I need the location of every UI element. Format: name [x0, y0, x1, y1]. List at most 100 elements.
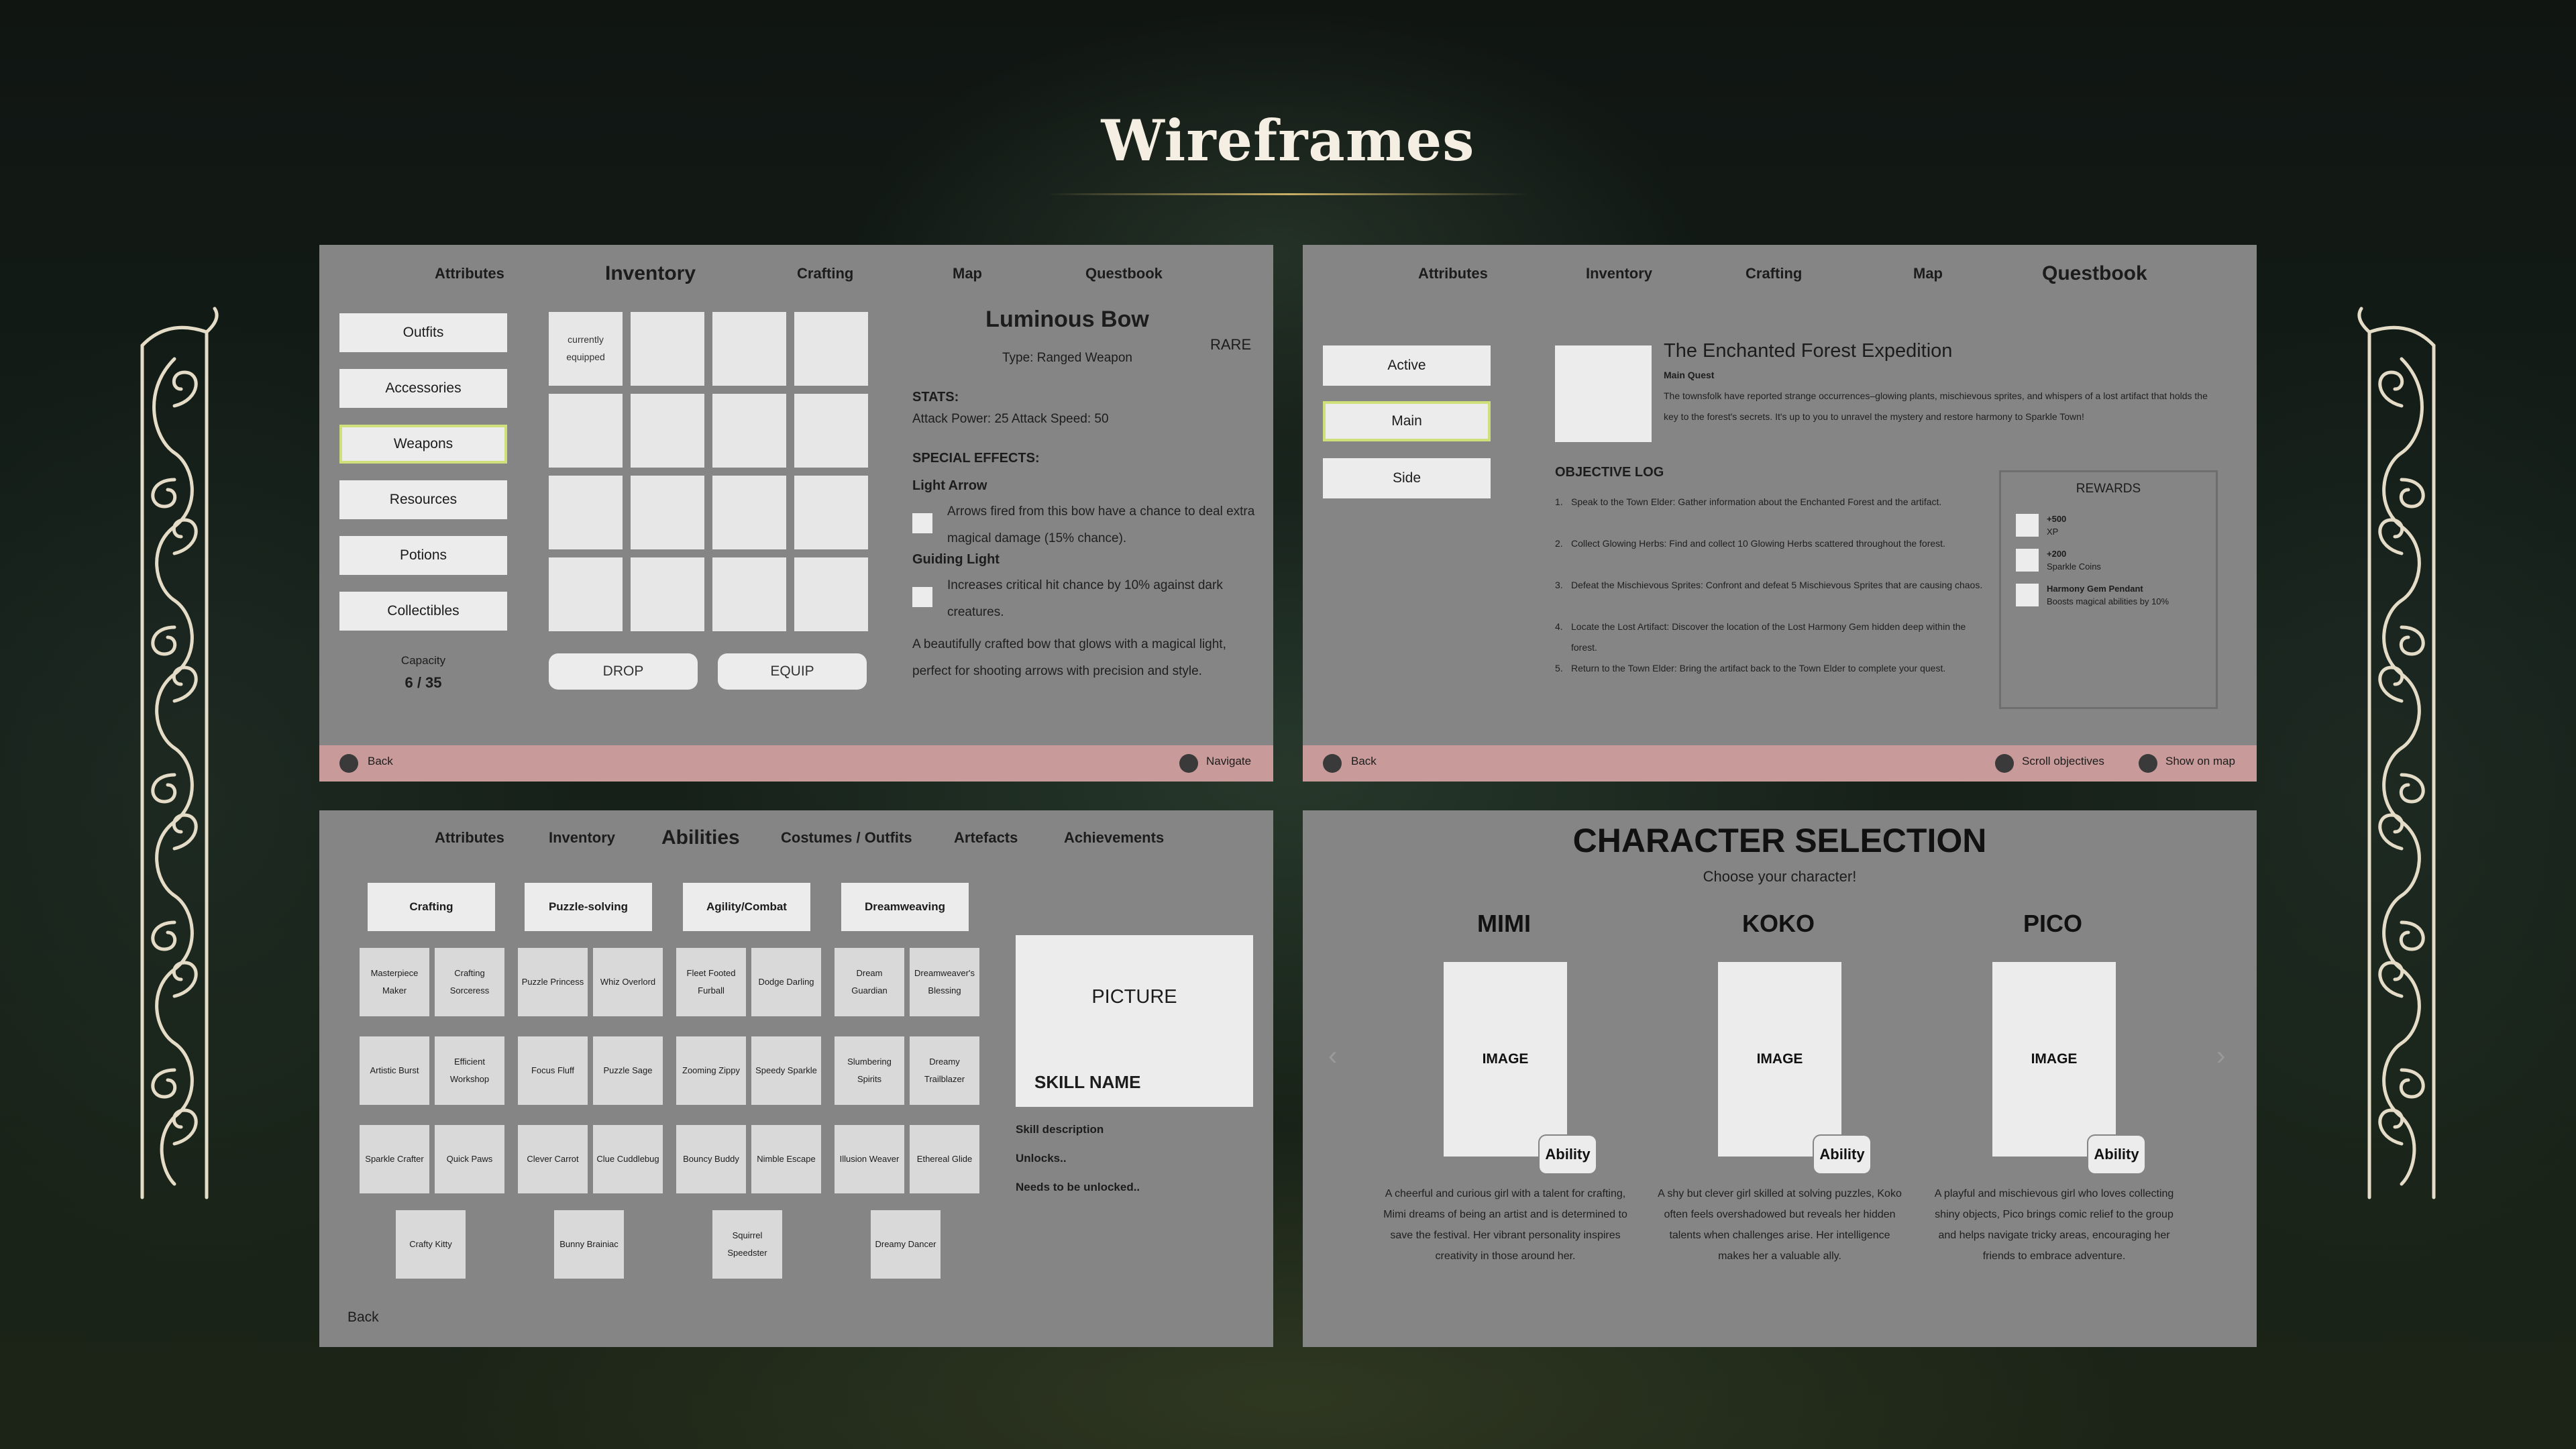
inventory-slot[interactable] [712, 394, 786, 468]
tab-crafting[interactable]: Crafting [797, 265, 853, 282]
filter-side[interactable]: Side [1323, 458, 1491, 498]
inventory-slot-equipped[interactable]: currently equipped [549, 312, 623, 386]
inventory-slot[interactable] [794, 476, 868, 549]
tab-attributes[interactable]: Attributes [435, 829, 504, 847]
inventory-slot[interactable] [631, 394, 704, 468]
chevron-left-icon[interactable]: ‹ [1328, 1041, 1337, 1071]
tab-map[interactable]: Map [1913, 265, 1943, 282]
quest-title: The Enchanted Forest Expedition [1664, 340, 1953, 362]
skill-node[interactable]: Ethereal Glide [910, 1125, 979, 1193]
questbook-tab-bar: Attributes Inventory Crafting Map Questb… [1303, 262, 2257, 292]
tab-inventory[interactable]: Inventory [1586, 265, 1652, 282]
ability-category-agility-combat[interactable]: Agility/Combat [683, 883, 810, 931]
skill-node[interactable]: Fleet Footed Furball [676, 948, 746, 1016]
effect-light-arrow-checkbox[interactable] [912, 513, 932, 533]
category-collectibles[interactable]: Collectibles [339, 592, 507, 631]
skill-node[interactable]: Masterpiece Maker [360, 948, 429, 1016]
effect-guiding-light-checkbox[interactable] [912, 587, 932, 607]
back-button[interactable]: Back [347, 1309, 379, 1326]
character-selection-panel: CHARACTER SELECTION Choose your characte… [1303, 810, 2257, 1347]
tab-attributes[interactable]: Attributes [435, 265, 504, 282]
back-button-icon[interactable] [339, 754, 358, 773]
ability-category-dreamweaving[interactable]: Dreamweaving [841, 883, 969, 931]
drop-button[interactable]: DROP [549, 653, 698, 690]
skill-node[interactable]: Bouncy Buddy [676, 1125, 746, 1193]
scroll-button-icon[interactable] [1995, 754, 2014, 773]
inventory-slot[interactable] [794, 557, 868, 631]
skill-node[interactable]: Speedy Sparkle [751, 1036, 821, 1105]
inventory-slot[interactable] [712, 476, 786, 549]
skill-node[interactable]: Artistic Burst [360, 1036, 429, 1105]
inventory-slot[interactable] [631, 476, 704, 549]
tab-artefacts[interactable]: Artefacts [954, 829, 1018, 847]
category-outfits[interactable]: Outfits [339, 313, 507, 352]
skill-node[interactable]: Focus Fluff [518, 1036, 588, 1105]
show-on-map-label[interactable]: Show on map [2165, 755, 2235, 768]
map-button-icon[interactable] [2139, 754, 2157, 773]
ability-button[interactable]: Ability [2088, 1136, 2145, 1173]
skill-node[interactable]: Dream Guardian [835, 948, 904, 1016]
tab-achievements[interactable]: Achievements [1064, 829, 1164, 847]
rewards-heading: REWARDS [2076, 482, 2141, 496]
navigate-label[interactable]: Navigate [1206, 755, 1251, 768]
filter-active[interactable]: Active [1323, 345, 1491, 386]
skill-node[interactable]: Dreamweaver's Blessing [910, 948, 979, 1016]
skill-node[interactable]: Nimble Escape [751, 1125, 821, 1193]
skill-node[interactable]: Zooming Zippy [676, 1036, 746, 1105]
skill-node[interactable]: Dreamy Dancer [871, 1210, 941, 1279]
category-weapons[interactable]: Weapons [339, 425, 507, 464]
tab-questbook[interactable]: Questbook [2042, 262, 2147, 285]
reward-checkbox[interactable] [2016, 584, 2039, 606]
reward-checkbox[interactable] [2016, 514, 2039, 537]
inventory-slot[interactable] [549, 557, 623, 631]
inventory-slot[interactable] [712, 312, 786, 386]
tab-crafting[interactable]: Crafting [1746, 265, 1802, 282]
inventory-slot[interactable] [794, 312, 868, 386]
skill-node[interactable]: Squirrel Speedster [712, 1210, 782, 1279]
inventory-slot[interactable] [712, 557, 786, 631]
skill-node[interactable]: Quick Paws [435, 1125, 504, 1193]
ability-button[interactable]: Ability [1540, 1136, 1596, 1173]
skill-node[interactable]: Sparkle Crafter [360, 1125, 429, 1193]
back-label[interactable]: Back [1351, 755, 1377, 768]
skill-node[interactable]: Illusion Weaver [835, 1125, 904, 1193]
inventory-slot[interactable] [631, 557, 704, 631]
tab-attributes[interactable]: Attributes [1418, 265, 1488, 282]
tab-questbook[interactable]: Questbook [1085, 265, 1163, 282]
skill-node[interactable]: Bunny Brainiac [554, 1210, 624, 1279]
skill-node[interactable]: Dodge Darling [751, 948, 821, 1016]
skill-node[interactable]: Clue Cuddlebug [593, 1125, 663, 1193]
ability-category-crafting[interactable]: Crafting [368, 883, 495, 931]
ability-category-puzzle-solving[interactable]: Puzzle-solving [525, 883, 652, 931]
inventory-slot[interactable] [549, 394, 623, 468]
skill-node[interactable]: Dreamy Trailblazer [910, 1036, 979, 1105]
tab-inventory[interactable]: Inventory [605, 262, 696, 285]
back-label[interactable]: Back [368, 755, 393, 768]
skill-node[interactable]: Clever Carrot [518, 1125, 588, 1193]
skill-node[interactable]: Crafty Kitty [396, 1210, 466, 1279]
navigate-button-icon[interactable] [1179, 754, 1198, 773]
scroll-objectives-label[interactable]: Scroll objectives [2022, 755, 2104, 768]
reward-checkbox[interactable] [2016, 549, 2039, 572]
inventory-slot[interactable] [794, 394, 868, 468]
inventory-slot[interactable] [549, 476, 623, 549]
tab-inventory[interactable]: Inventory [549, 829, 615, 847]
tab-abilities[interactable]: Abilities [661, 826, 740, 849]
skill-node[interactable]: Crafting Sorceress [435, 948, 504, 1016]
tab-costumes-outfits[interactable]: Costumes / Outfits [781, 829, 912, 847]
skill-node[interactable]: Slumbering Spirits [835, 1036, 904, 1105]
back-button-icon[interactable] [1323, 754, 1342, 773]
tab-map[interactable]: Map [953, 265, 982, 282]
chevron-right-icon[interactable]: › [2216, 1041, 2225, 1071]
filter-main[interactable]: Main [1323, 401, 1491, 441]
skill-node[interactable]: Whiz Overlord [593, 948, 663, 1016]
category-accessories[interactable]: Accessories [339, 369, 507, 408]
skill-node[interactable]: Puzzle Princess [518, 948, 588, 1016]
equip-button[interactable]: EQUIP [718, 653, 867, 690]
inventory-slot[interactable] [631, 312, 704, 386]
category-potions[interactable]: Potions [339, 536, 507, 575]
category-resources[interactable]: Resources [339, 480, 507, 519]
skill-node[interactable]: Puzzle Sage [593, 1036, 663, 1105]
ability-button[interactable]: Ability [1814, 1136, 1870, 1173]
skill-node[interactable]: Efficient Workshop [435, 1036, 504, 1105]
